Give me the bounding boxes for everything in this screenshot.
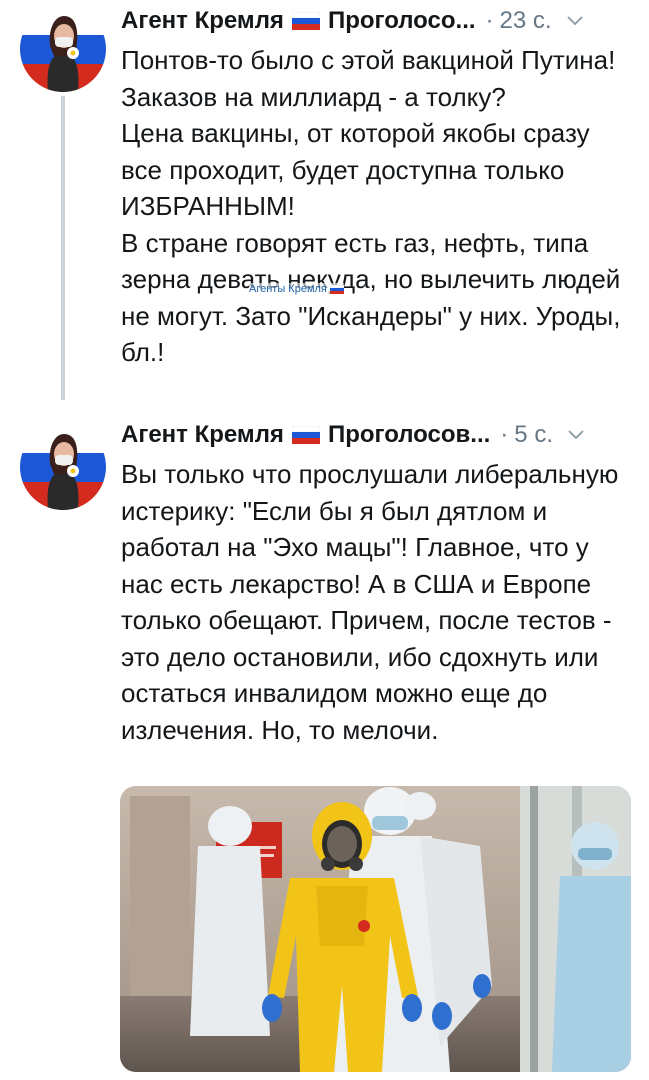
chevron-down-icon[interactable] xyxy=(564,10,586,32)
tweet-photo[interactable] xyxy=(120,786,631,1072)
avatar[interactable] xyxy=(20,6,106,92)
separator-dot: · xyxy=(500,421,509,448)
thread-line xyxy=(61,96,65,400)
timestamp[interactable]: 23 с. xyxy=(500,7,552,35)
chevron-down-icon[interactable] xyxy=(565,424,587,446)
tweet-header: Агент Кремля Проголосов... · 5 с. xyxy=(121,418,631,452)
russian-flag-icon xyxy=(291,12,320,30)
russian-flag-icon xyxy=(291,426,320,444)
tweet-header: Агент Кремля Проголосо... · 23 с. xyxy=(121,4,631,38)
tweet-paragraph: Вы только что прослушали либеральную ист… xyxy=(121,459,619,745)
timestamp[interactable]: 5 с. xyxy=(514,421,553,449)
watermark-flag-icon xyxy=(329,284,344,294)
tweet-text: Понтов-то было с этой вакциной Путина! З… xyxy=(121,42,636,371)
author-handle[interactable]: Проголосов... xyxy=(328,421,490,449)
tweet[interactable]: Агент Кремля Проголосов... · 5 с. Вы тол… xyxy=(0,410,649,1080)
watermark-text: Агенты Кремля xyxy=(249,283,327,295)
hazmat-photo-image xyxy=(120,786,631,1072)
avatar[interactable] xyxy=(20,424,106,510)
tweet-paragraph: Понтов-то было с этой вакциной Путина! З… xyxy=(121,45,616,112)
separator-dot: · xyxy=(485,7,494,34)
avatar-image xyxy=(20,6,106,92)
author-name[interactable]: Агент Кремля xyxy=(121,421,284,449)
tweet-paragraph: В стране говорят есть газ, нефть, типа з… xyxy=(121,227,621,368)
tweet-paragraph: Цена вакцины, от которой якобы сразу все… xyxy=(121,118,590,221)
author-handle[interactable]: Проголосо... xyxy=(328,7,476,35)
tweet-text: Вы только что прослушали либеральную ист… xyxy=(121,456,636,748)
author-name[interactable]: Агент Кремля xyxy=(121,7,284,35)
tweet[interactable]: Агент Кремля Проголосо... · 23 с. Понтов… xyxy=(0,0,649,410)
watermark: Агенты Кремля xyxy=(249,283,344,295)
avatar-image xyxy=(20,424,106,510)
